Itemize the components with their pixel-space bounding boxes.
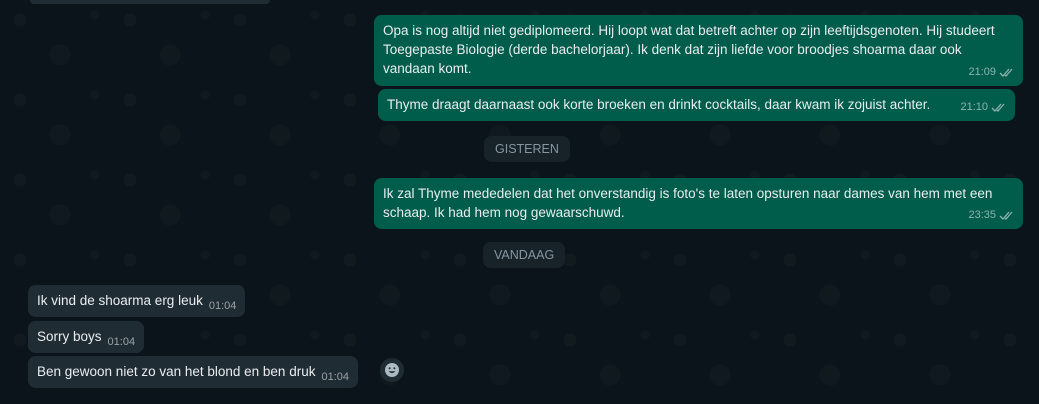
outgoing-message[interactable]: Thyme draagt daarnaast ook korte broeken… xyxy=(378,89,1015,121)
message-time: 01:04 xyxy=(321,371,349,383)
message-text: Ik vind de shoarma erg leuk xyxy=(37,293,203,308)
date-label: VANDAAG xyxy=(494,248,555,262)
smiley-icon xyxy=(385,363,399,377)
chat-conversation[interactable]: Opa is nog altijd niet gediplomeerd. Hij… xyxy=(0,0,1039,404)
message-meta: 21:09 xyxy=(968,63,1015,82)
date-divider: GISTEREN xyxy=(484,136,570,162)
message-time: 21:09 xyxy=(968,66,996,78)
incoming-message[interactable]: Ben gewoon niet zo van het blond en ben … xyxy=(28,356,358,388)
previous-message-edge xyxy=(30,0,270,4)
message-text: Sorry boys xyxy=(37,329,102,344)
message-time: 01:04 xyxy=(107,336,136,348)
double-check-icon xyxy=(991,103,1005,112)
message-text: Ik zal Thyme mededelen dat het onverstan… xyxy=(383,186,993,220)
date-label: GISTEREN xyxy=(495,142,559,156)
double-check-icon xyxy=(999,68,1013,77)
incoming-message[interactable]: Ik vind de shoarma erg leuk 01:04 xyxy=(28,285,246,317)
message-text: Ben gewoon niet zo van het blond en ben … xyxy=(37,364,316,379)
outgoing-message[interactable]: Opa is nog altijd niet gediplomeerd. Hij… xyxy=(374,15,1023,86)
message-meta: 23:35 xyxy=(968,206,1015,225)
double-check-icon xyxy=(999,211,1013,220)
incoming-message[interactable]: Sorry boys 01:04 xyxy=(28,321,145,353)
outgoing-message[interactable]: Ik zal Thyme mededelen dat het onverstan… xyxy=(374,178,1023,229)
message-time: 23:35 xyxy=(968,209,996,221)
message-time: 21:10 xyxy=(960,101,988,113)
date-divider: VANDAAG xyxy=(483,242,566,268)
message-time: 01:04 xyxy=(208,300,237,312)
react-button[interactable] xyxy=(380,358,404,382)
message-text: Opa is nog altijd niet gediplomeerd. Hij… xyxy=(383,23,995,76)
message-text: Thyme draagt daarnaast ook korte broeken… xyxy=(387,97,931,112)
message-meta: 21:10 xyxy=(960,98,1007,117)
